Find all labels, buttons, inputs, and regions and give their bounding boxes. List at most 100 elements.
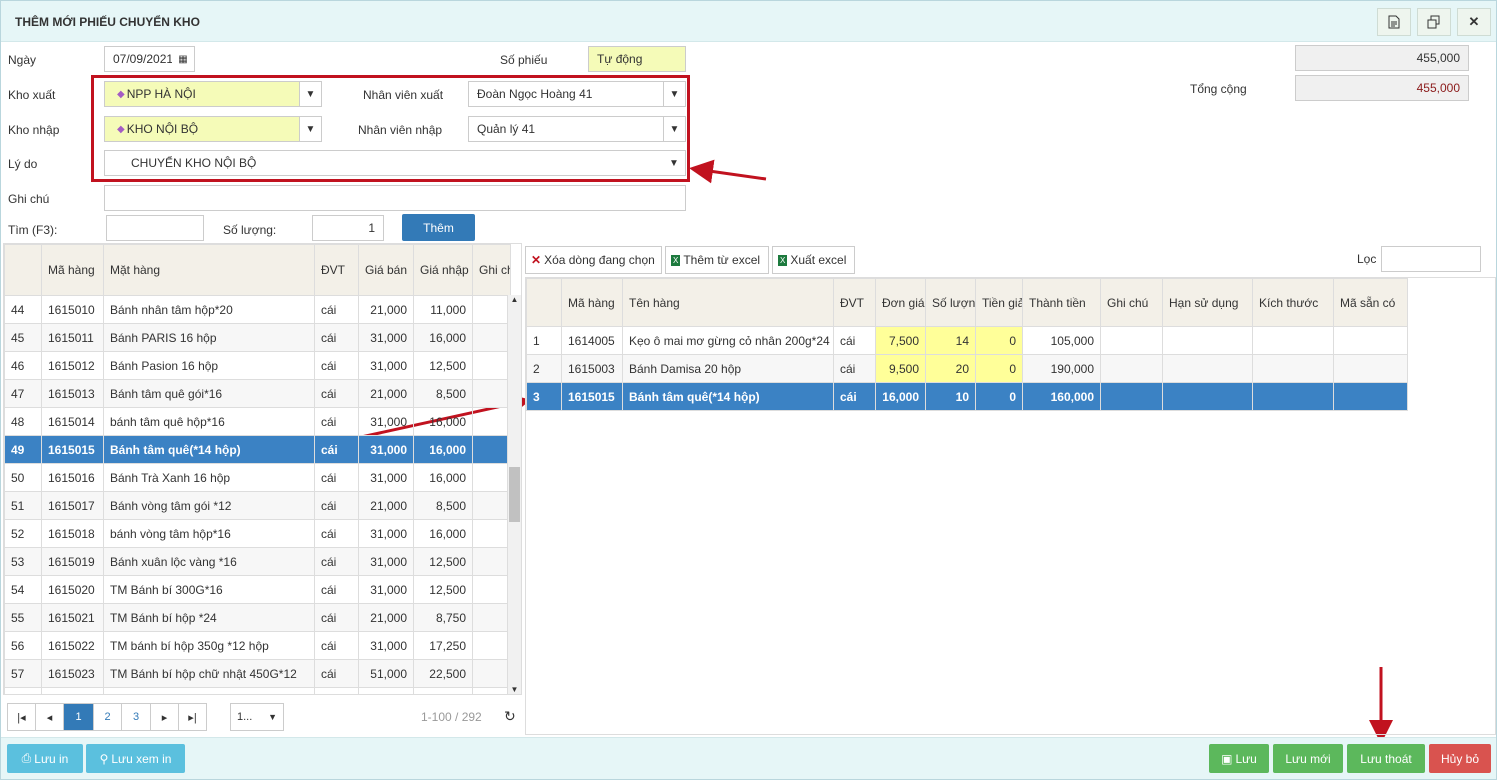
luu-thoat-button[interactable]: Lưu thoát (1347, 744, 1425, 773)
table-row[interactable]: 581615024TM Bánh bí hộp hộp vuông 450G*1… (4, 687, 511, 694)
table-cell: 3 (526, 382, 562, 411)
right-header[interactable]: Tiền giảm (975, 278, 1023, 327)
table-cell (1252, 326, 1334, 355)
table-cell[interactable]: 0 (975, 326, 1023, 355)
table-cell[interactable]: 9,500 (875, 354, 926, 383)
table-cell: 45 (4, 323, 42, 352)
table-cell: 52 (4, 519, 42, 548)
import-excel-button[interactable]: X Thêm từ excel (665, 246, 769, 274)
table-cell: cái (314, 519, 359, 548)
right-header[interactable]: ĐVT (833, 278, 876, 327)
luu-in-button[interactable]: ⎙ Lưu in (7, 744, 83, 773)
right-header[interactable]: Mã hàng (561, 278, 623, 327)
table-cell[interactable]: 7,500 (875, 326, 926, 355)
table-cell: 1615016 (41, 463, 104, 492)
table-cell: 21,000 (358, 295, 414, 324)
page-2-button[interactable]: 2 (93, 703, 122, 731)
table-cell: 1615017 (41, 491, 104, 520)
table-row[interactable]: 3 1615015 Bánh tâm quê(*14 hộp) cái 16,000 10… (526, 382, 1408, 411)
table-cell: 17,250 (413, 631, 473, 660)
print-icon: ⎙ (21, 751, 32, 765)
right-header[interactable]: Số lượng (925, 278, 976, 327)
right-header[interactable]: Tên hàng (622, 278, 834, 327)
scroll-down-icon[interactable]: ▼ (508, 685, 521, 694)
table-row[interactable]: 2 1615003 Bánh Damisa 20 hộp cái 9,500 20 0 190… (526, 354, 1408, 383)
table-cell (472, 323, 511, 352)
left-header[interactable]: Ghi chú (472, 244, 511, 296)
table-cell: 31,000 (358, 463, 414, 492)
huy-bo-button[interactable]: Hủy bỏ (1429, 744, 1491, 773)
right-header[interactable]: Ghi chú (1100, 278, 1163, 327)
luu-button[interactable]: ▣ Lưu (1209, 744, 1269, 773)
transfer-grid: Mã hàngTên hàngĐVTĐơn giáSố lượngTiền gi… (525, 277, 1496, 735)
table-cell: 56 (4, 631, 42, 660)
table-cell: cái (314, 547, 359, 576)
table-cell[interactable]: 10 (925, 382, 976, 411)
table-cell (1252, 382, 1334, 411)
first-page-button[interactable]: |◂ (7, 703, 36, 731)
table-cell: 44 (4, 295, 42, 324)
table-row[interactable]: 51 1615017 Bánh vòng tâm gói *12 cái 21,000 8… (4, 491, 511, 520)
left-header[interactable]: Giá nhập (413, 244, 473, 296)
table-cell[interactable]: 0 (975, 382, 1023, 411)
last-page-button[interactable]: ▸| (178, 703, 207, 731)
table-cell[interactable]: 14 (925, 326, 976, 355)
left-header[interactable]: Giá bán (358, 244, 414, 296)
table-cell: Bánh Pasion 16 hộp (103, 351, 315, 380)
left-header[interactable]: Mã hàng (41, 244, 104, 296)
table-row[interactable]: 53 1615019 Bánh xuân lộc vàng *16 cái 31,000… (4, 547, 511, 576)
right-header[interactable]: Thành tiền (1022, 278, 1101, 327)
table-row[interactable]: 55 1615021 TM Bánh bí hộp *24 cái 21,000 8,75… (4, 603, 511, 632)
scroll-thumb[interactable] (509, 467, 520, 522)
table-row[interactable]: 48 1615014 bánh tâm quê hộp*16 cái 31,000 16,… (4, 407, 511, 436)
left-header[interactable]: ĐVT (314, 244, 359, 296)
right-header[interactable]: Hạn sử dụng (1162, 278, 1253, 327)
table-row[interactable]: 57 1615023 TM Bánh bí hộp chữ nhật 450G*12… (4, 659, 511, 688)
table-row[interactable]: 49 1615015 Bánh tâm quê(*14 hộp) cái 31,000 1… (4, 435, 511, 464)
right-header[interactable]: Mã sẵn có (1333, 278, 1408, 327)
table-cell: 16,000 (413, 435, 473, 464)
export-excel-button[interactable]: X Xuất excel (772, 246, 855, 274)
table-cell (472, 463, 511, 492)
table-row[interactable]: 1 1614005 Kẹo ô mai mơ gừng cỏ nhân 200g*2… (526, 326, 1408, 355)
table-cell: 1615023 (41, 659, 104, 688)
table-cell[interactable]: 20 (925, 354, 976, 383)
right-header[interactable] (526, 278, 562, 327)
first-page-icon: |◂ (17, 711, 26, 724)
grid-scrollbar[interactable]: ▲ ▼ (507, 295, 521, 694)
scroll-up-icon[interactable]: ▲ (508, 295, 521, 304)
right-header[interactable]: Kích thước (1252, 278, 1334, 327)
table-row[interactable]: 45 1615011 Bánh PARIS 16 hộp cái 31,000 16,00… (4, 323, 511, 352)
page-size-select[interactable]: 1... ▼ (230, 703, 284, 731)
table-row[interactable]: 52 1615018 bánh vòng tâm hộp*16 cái 31,000 16… (4, 519, 511, 548)
table-cell: 1615021 (41, 603, 104, 632)
table-row[interactable]: 47 1615013 Bánh tâm quê gói*16 cái 21,000 8,5… (4, 379, 511, 408)
next-page-button[interactable]: ▸ (150, 703, 179, 731)
table-cell (1162, 354, 1253, 383)
right-header[interactable]: Đơn giá (875, 278, 926, 327)
luu-moi-button[interactable]: Lưu mới (1273, 744, 1343, 773)
table-row[interactable]: 50 1615016 Bánh Trà Xanh 16 hộp cái 31,000 16… (4, 463, 511, 492)
delete-row-button[interactable]: ✕ Xóa dòng đang chọn (525, 246, 662, 274)
dialog-window: THÊM MỚI PHIẾU CHUYỂN KHO ✕ Ngày 07/09/2… (0, 0, 1497, 780)
refresh-icon[interactable]: ↻ (504, 708, 516, 725)
prev-page-button[interactable]: ◂ (35, 703, 64, 731)
table-cell[interactable]: 16,000 (875, 382, 926, 411)
luu-label: Lưu (1235, 751, 1257, 766)
table-cell[interactable]: 0 (975, 354, 1023, 383)
table-row[interactable]: 56 1615022 TM bánh bí hộp 350g *12 hộp cái 3… (4, 631, 511, 660)
page-3-button[interactable]: 3 (121, 703, 151, 731)
page-1-button[interactable]: 1 (63, 703, 94, 731)
table-cell: 8,750 (413, 603, 473, 632)
table-cell: 2 (526, 354, 562, 383)
table-row[interactable]: 46 1615012 Bánh Pasion 16 hộp cái 31,000 12,5… (4, 351, 511, 380)
luu-xem-in-button[interactable]: ⚲ Lưu xem in (86, 744, 185, 773)
left-header[interactable]: Mặt hàng (103, 244, 315, 296)
table-row[interactable]: 44 1615010 Bánh nhân tâm hộp*20 cái 21,000 11… (4, 295, 511, 324)
filter-input[interactable] (1381, 246, 1481, 272)
table-row[interactable]: 54 1615020 TM Bánh bí 300G*16 cái 31,000 12,5… (4, 575, 511, 604)
left-header[interactable] (4, 244, 42, 296)
table-cell (472, 295, 511, 324)
table-cell: 22,500 (413, 659, 473, 688)
table-cell: 31,000 (358, 547, 414, 576)
